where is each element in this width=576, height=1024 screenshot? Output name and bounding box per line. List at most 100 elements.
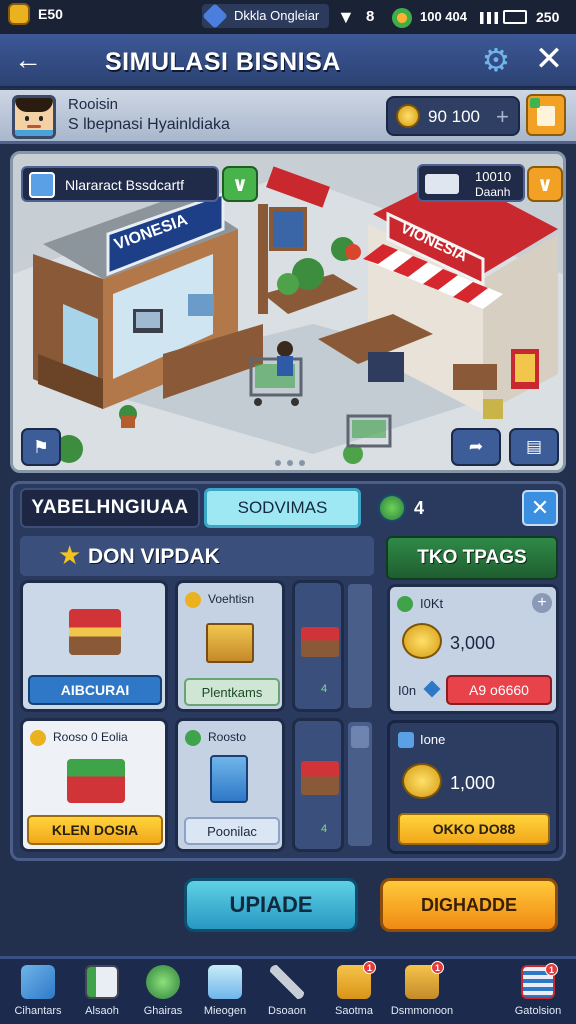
item-card-mini[interactable]: 4 (292, 580, 344, 712)
nav-item-book[interactable]: Alsaoh (70, 965, 134, 1023)
item-card-button[interactable]: Plentkams (184, 678, 280, 706)
nav-item-mail[interactable]: 1 Saotma (322, 961, 386, 1023)
objective-expand-button[interactable]: ∨ (222, 166, 258, 202)
panel-close-button[interactable]: ✕ (522, 490, 558, 526)
coin-counter: 90 100 + (386, 96, 520, 136)
gold-coin-icon (402, 763, 442, 799)
offer-card[interactable]: Ione 1,000 OKKO DO88 (387, 720, 559, 854)
pagination-dots (275, 460, 315, 468)
nav-item-gems[interactable]: Ghairas (131, 965, 195, 1023)
box-icon (208, 965, 242, 999)
gold-coin-icon (402, 623, 442, 659)
add-icon[interactable]: + (532, 593, 552, 613)
wifi-icon: ▼ (337, 7, 355, 27)
close-button[interactable]: ✕ (530, 42, 568, 78)
item-card[interactable]: AIBCURAI (20, 580, 168, 712)
nav-label: Alsaoh (85, 1005, 119, 1017)
tab-count: 4 (414, 497, 425, 518)
timer-tag: 10010 Daanh (417, 164, 525, 202)
section-header: ★ DON VIPDAK (20, 536, 374, 576)
gear-icon: ⚙ (481, 42, 511, 78)
avatar[interactable] (12, 95, 56, 139)
back-arrow-icon: ← (14, 44, 42, 75)
section-right-title: TKO TPAGS (417, 547, 527, 568)
storage-icon: ▤ (525, 437, 543, 456)
truck-icon (425, 174, 459, 194)
pencil-icon (29, 172, 55, 198)
item-card-label: Voehtisn (208, 592, 255, 606)
objective-text: Nlararact Bssdcartf (65, 177, 185, 193)
nav-item-build[interactable]: Dsoaon (255, 965, 319, 1023)
diamond-icon (423, 680, 441, 698)
scene-tool-button-left[interactable]: ⚑ (21, 428, 61, 466)
store-scene[interactable]: Nlararact Bssdcartf ∨ 10010 Daanh ∨ ⚑ ➦ … (10, 151, 566, 473)
nav-item-list[interactable]: 1 Gatolsion (506, 963, 570, 1023)
scene-tool-button-right[interactable]: ▤ (509, 428, 559, 466)
upgrade-button[interactable]: UPIADE (184, 878, 358, 932)
nav-label: Mieogen (203, 1005, 247, 1017)
list-icon: 1 (521, 963, 558, 999)
nav-label: Gatolsion (514, 1005, 562, 1017)
notification-badge: 1 (363, 961, 376, 974)
back-button[interactable]: ← (12, 46, 44, 76)
tab-items[interactable]: SODVIMAS (204, 488, 361, 528)
item-card-selected[interactable]: Rooso 0 Eolia KLEN DOSIA (20, 718, 168, 852)
wrench-icon: ⚑ (32, 436, 50, 457)
tab-upgrades[interactable]: YABELHNGIUAA (20, 488, 200, 528)
offer-buy-button[interactable]: A9 o6660 (446, 675, 552, 705)
notification-badge: 1 (431, 961, 444, 974)
status-center-text: Dkkla Ongleiar (234, 8, 320, 23)
scroll-thumb[interactable] (348, 722, 372, 846)
chevron-down-icon: ∨ (231, 173, 249, 196)
settings-button[interactable]: ⚙ (478, 42, 514, 78)
nav-label: Dsmmonoon (390, 1005, 454, 1017)
book-icon (85, 965, 119, 999)
profile-bar: Rooisin S lbepnasi Hyainldiaka 90 100 + (0, 90, 576, 144)
tools-icon (270, 965, 304, 999)
offer-card[interactable]: I0Kt + 3,000 I0n A9 o6660 (387, 584, 559, 714)
clover-icon (392, 8, 412, 28)
chevron-down-icon: ∨ (536, 173, 554, 196)
nav-label: Cihantars (14, 1005, 62, 1017)
item-card-mini[interactable]: 4 (292, 718, 344, 852)
item-card-button[interactable]: Poonilac (184, 817, 280, 845)
tab-counter: 4 (378, 494, 424, 522)
crate-icon (206, 623, 254, 663)
item-card-button[interactable]: KLEN DOSIA (27, 815, 163, 845)
item-card[interactable]: Voehtisn Plentkams (175, 580, 285, 712)
gem-icon (185, 730, 201, 746)
item-card-button[interactable]: AIBCURAI (28, 675, 162, 705)
dismiss-button[interactable]: DIGHADDE (380, 878, 558, 932)
nav-label: Dsoaon (268, 1005, 306, 1017)
scroll-track[interactable] (348, 584, 372, 708)
add-coins-button[interactable]: + (496, 104, 509, 130)
diamond-icon (202, 3, 228, 29)
scene-tool-button-share[interactable]: ➦ (451, 428, 501, 466)
notification-badge: 1 (545, 963, 558, 976)
timer-expand-button[interactable]: ∨ (527, 166, 563, 202)
close-icon: ✕ (530, 495, 550, 520)
objective-tag[interactable]: Nlararact Bssdcartf (21, 166, 219, 202)
refresh-icon (378, 494, 406, 522)
section-right-header: TKO TPAGS (386, 536, 558, 580)
shop-bag-icon (537, 106, 555, 126)
nav-item-storage[interactable]: Mieogen (193, 965, 257, 1023)
shop-button[interactable] (526, 94, 566, 136)
offer-label: I0Kt (420, 596, 444, 611)
coin-icon (396, 104, 420, 128)
shop-stall-icon (67, 759, 125, 803)
offer-amount: 3,000 (450, 633, 496, 653)
mail-icon: 1 (337, 961, 376, 999)
offer-buy-button[interactable]: OKKO DO88 (398, 813, 550, 845)
coin-amount: 90 100 (428, 107, 480, 126)
battery-icon (503, 10, 527, 24)
nav-label: Saotma (335, 1005, 373, 1017)
nav-item-chest[interactable]: 1 Dsmmonoon (390, 961, 454, 1023)
item-card[interactable]: Roosto Poonilac (175, 718, 285, 852)
stall-icon (301, 761, 339, 795)
nav-item-tools[interactable]: Cihantars (6, 965, 70, 1023)
timer-value: 10010 (475, 169, 512, 184)
chest-icon: 1 (405, 961, 444, 999)
status-bar: E50 Dkkla Ongleiar ▼ 8 100 404 250 (0, 0, 576, 34)
app-coin-icon (8, 3, 30, 25)
